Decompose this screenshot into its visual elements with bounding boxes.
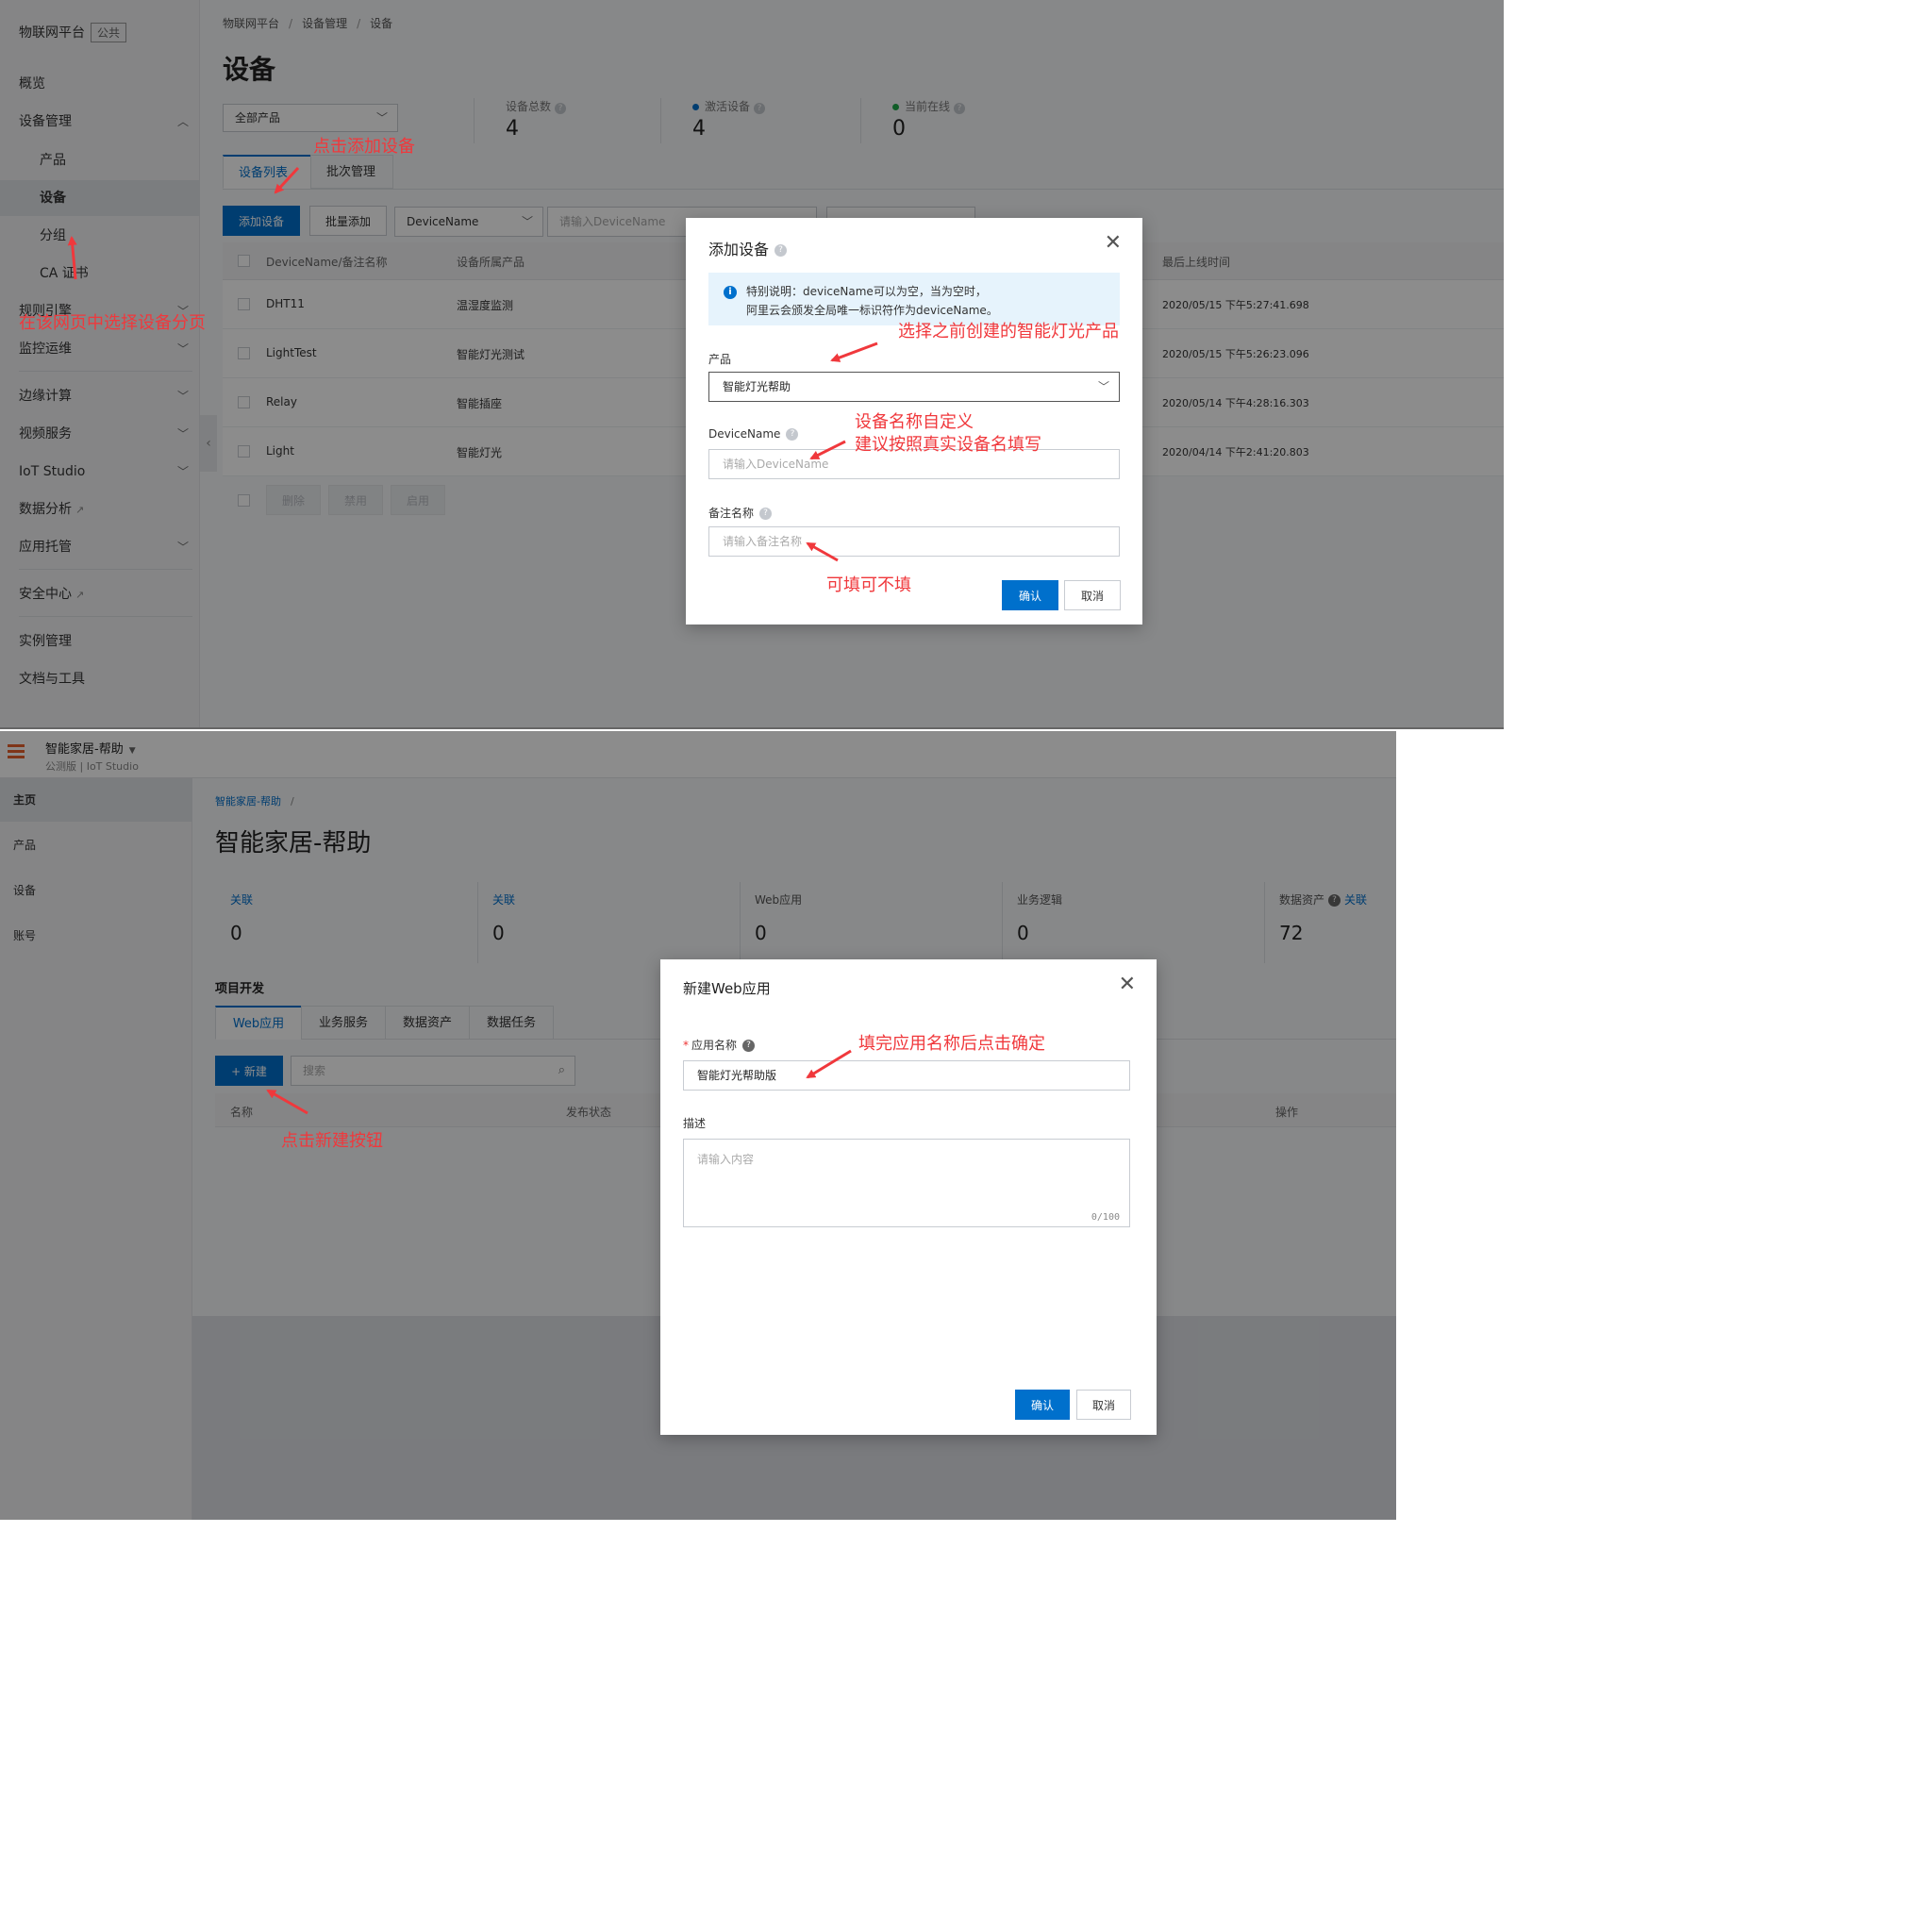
arrow-to-app-name-input bbox=[806, 1049, 852, 1079]
arrow-to-alias-input bbox=[806, 541, 839, 562]
arrow-to-devices-nav bbox=[67, 236, 77, 280]
arrow-to-new-button bbox=[266, 1089, 308, 1115]
arrow-to-add-button bbox=[274, 166, 300, 194]
arrow-to-product-select bbox=[830, 341, 878, 362]
arrow-to-devicename-input bbox=[809, 440, 846, 460]
annotation-arrows bbox=[67, 166, 878, 1115]
